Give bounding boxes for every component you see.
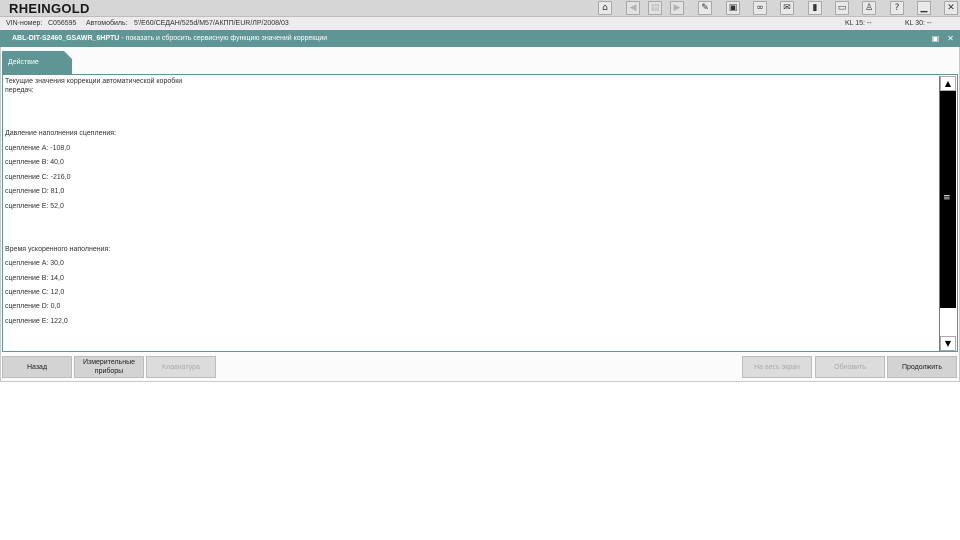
minimize-icon[interactable]: ▁ bbox=[917, 1, 931, 15]
text-line: передач: bbox=[5, 87, 34, 94]
scroll-up-icon[interactable]: ▲ bbox=[940, 76, 956, 91]
text-line: сцепление D: 81,0 bbox=[5, 188, 65, 195]
wrench-icon[interactable]: ✎ bbox=[698, 1, 712, 15]
vertical-scrollbar[interactable]: ▲ ≡ ▼ bbox=[939, 76, 956, 351]
fullscreen-button[interactable]: На весь экран bbox=[742, 356, 812, 378]
function-description: - показать и сбросить сервисную функцию … bbox=[121, 35, 328, 42]
text-line: Текущие значения коррекции автоматическо… bbox=[5, 78, 183, 85]
result-text-area: Текущие значения коррекции автоматическо… bbox=[2, 74, 958, 352]
continue-button[interactable]: Продолжить bbox=[887, 356, 957, 378]
refresh-button[interactable]: Обновить bbox=[815, 356, 885, 378]
function-code: ABL-DIT-S2460_GSAWR_6HPTU bbox=[12, 35, 120, 42]
app-title: RHEINGOLD bbox=[9, 1, 90, 16]
text-line: сцепление C: 12,0 bbox=[5, 289, 65, 296]
forward-icon[interactable]: ▶ bbox=[670, 1, 684, 15]
vehicle-label: Автомобиль: bbox=[86, 20, 128, 27]
text-line: Время ускоренного наполнения: bbox=[5, 246, 111, 253]
kl30-status: KL 30: -- bbox=[905, 20, 932, 27]
scroll-grip-icon[interactable]: ≡ bbox=[943, 194, 952, 203]
vin-value: C056595 bbox=[48, 20, 77, 27]
text-line: сцепление A: -108,0 bbox=[5, 145, 71, 152]
battery-icon[interactable]: ▮ bbox=[808, 1, 822, 15]
vin-label: VIN-номер: bbox=[6, 20, 43, 27]
text-line: Давление наполнения сцепления: bbox=[5, 130, 117, 137]
kl15-status: KL 15: -- bbox=[845, 20, 872, 27]
back-button[interactable]: Назад bbox=[2, 356, 72, 378]
save-icon[interactable]: ▣ bbox=[931, 34, 940, 43]
measure-devices-button[interactable]: Измерительные приборы bbox=[74, 356, 144, 378]
text-line: сцепление B: 14,0 bbox=[5, 275, 64, 282]
vehicle-icon[interactable]: ▣ bbox=[726, 1, 740, 15]
back-icon[interactable]: ◀ bbox=[626, 1, 640, 15]
scroll-track-lower[interactable] bbox=[940, 308, 956, 336]
connection-icon[interactable]: ∞ bbox=[753, 1, 767, 15]
title-bar: RHEINGOLD ⌂ ◀ ▤ ▶ ✎ ▣ ∞ ✉ ▮ ▭ ♙ ? ▁ ✕ bbox=[0, 0, 960, 17]
keyboard-button[interactable]: Клавиатура bbox=[146, 356, 216, 378]
vehicle-value: 5'/E60/СЕДАН/525d/M57/АКПП/EUR/ЛР/2008/0… bbox=[134, 20, 289, 27]
close-panel-icon[interactable]: ✕ bbox=[946, 34, 955, 43]
text-line: сцепление A: 30,0 bbox=[5, 260, 64, 267]
home-icon[interactable]: ⌂ bbox=[598, 1, 612, 15]
text-line: сцепление B: 40,0 bbox=[5, 159, 64, 166]
close-icon[interactable]: ✕ bbox=[944, 1, 958, 15]
mail-icon[interactable]: ✉ bbox=[780, 1, 794, 15]
text-line: сцепление C: -216,0 bbox=[5, 174, 71, 181]
user-icon[interactable]: ♙ bbox=[862, 1, 876, 15]
document-icon[interactable]: ▤ bbox=[648, 1, 662, 15]
scroll-down-icon[interactable]: ▼ bbox=[940, 336, 956, 351]
text-line: сцепление E: 52,0 bbox=[5, 203, 64, 210]
function-title: ABL-DIT-S2460_GSAWR_6HPTU - показать и с… bbox=[12, 35, 327, 42]
help-icon[interactable]: ? bbox=[890, 1, 904, 15]
text-line: сцепление D: 0,0 bbox=[5, 303, 61, 310]
print-icon[interactable]: ▭ bbox=[835, 1, 849, 15]
tab-action[interactable]: Действие bbox=[2, 51, 72, 74]
text-line: сцепление E: 122,0 bbox=[5, 318, 68, 325]
function-header: ABL-DIT-S2460_GSAWR_6HPTU - показать и с… bbox=[0, 30, 960, 47]
vehicle-info-row: VIN-номер: C056595 Автомобиль: 5'/E60/СЕ… bbox=[0, 17, 960, 30]
